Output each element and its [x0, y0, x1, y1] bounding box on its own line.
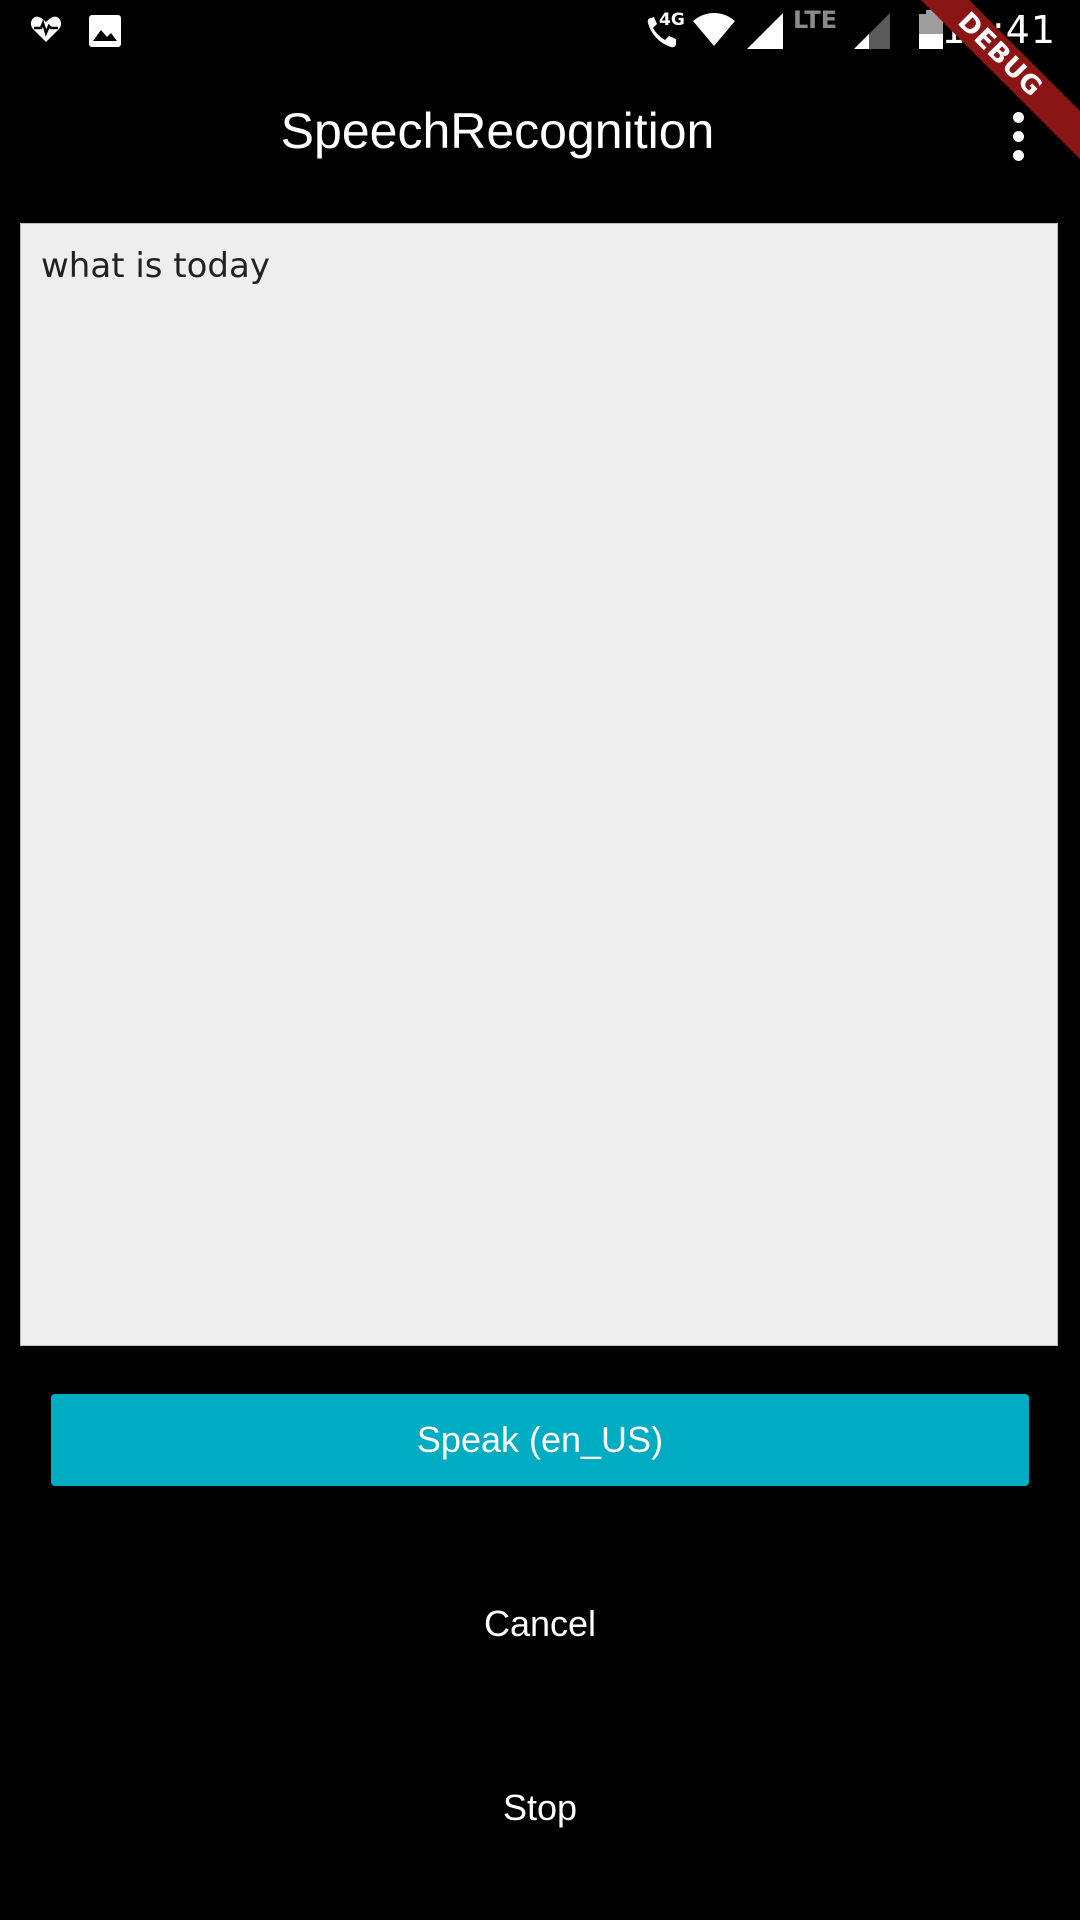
network-4g-label: 4G	[659, 10, 685, 30]
transcript-text: what is today	[41, 246, 270, 286]
menu-dot	[1012, 111, 1024, 123]
page-title: SpeechRecognition	[280, 103, 715, 159]
stop-button-label: Stop	[502, 1787, 578, 1828]
signal-weak-icon	[853, 12, 891, 55]
image-icon	[88, 14, 122, 53]
cancel-button[interactable]: Cancel	[51, 1578, 1029, 1670]
stop-button[interactable]: Stop	[51, 1762, 1029, 1854]
speak-button-label: Speak (en_US)	[416, 1419, 664, 1460]
screen: 4G LTE 12:41	[0, 0, 1080, 1920]
speak-button[interactable]: Speak (en_US)	[51, 1394, 1029, 1486]
status-bar: 4G LTE 12:41	[0, 0, 1080, 60]
transcript-panel: what is today	[20, 223, 1058, 1346]
menu-dot	[1012, 130, 1024, 142]
cancel-button-label: Cancel	[483, 1603, 597, 1644]
app-bar: SpeechRecognition	[0, 60, 1080, 210]
signal-icon	[746, 12, 784, 55]
menu-dot	[1012, 149, 1024, 161]
network-lte-label: LTE	[793, 6, 838, 34]
health-icon	[30, 14, 62, 49]
wifi-icon	[692, 12, 736, 53]
